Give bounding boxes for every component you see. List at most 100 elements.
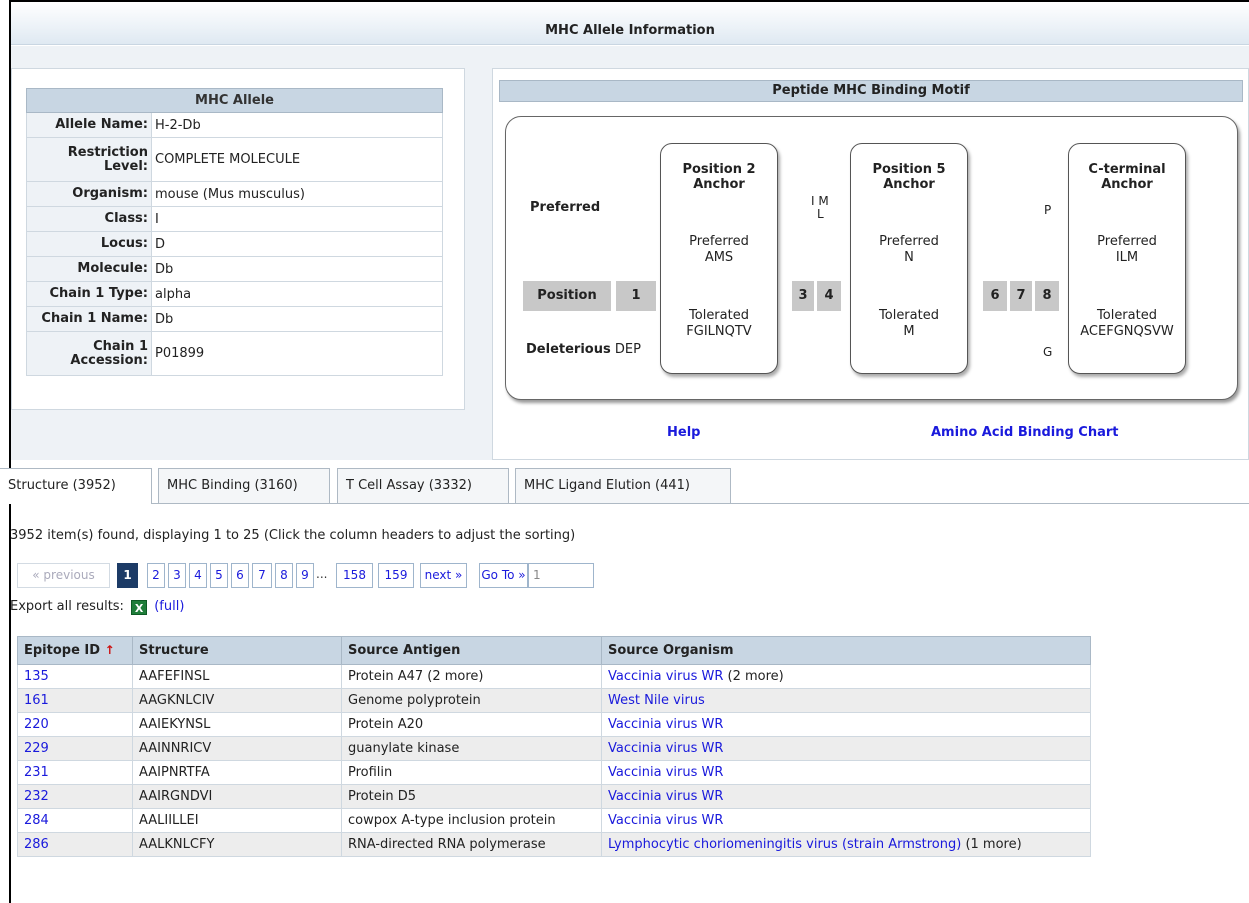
motif-title: Peptide MHC Binding Motif xyxy=(499,80,1243,102)
allele-row-locus: Locus: D xyxy=(26,231,443,257)
motif-preferred-label: Preferred xyxy=(530,200,601,215)
antigen-cell: RNA-directed RNA polymerase xyxy=(341,832,602,857)
motif-deleterious: Deleterious DEP xyxy=(526,342,641,357)
antigen-cell: Genome polyprotein xyxy=(341,688,602,713)
tab-t-cell-assay[interactable]: T Cell Assay (3332) xyxy=(337,468,509,504)
motif-position-1: 1 xyxy=(616,281,656,311)
epitope-id-link[interactable]: 229 xyxy=(24,741,49,756)
table-row: 231 AAIPNRTFA Profilin Vaccinia virus WR xyxy=(17,760,1091,785)
organism-link[interactable]: Lymphocytic choriomeningitis virus (stra… xyxy=(608,837,961,852)
pager-page-9[interactable]: 9 xyxy=(296,563,314,588)
allele-row-organism: Organism: mouse (Mus musculus) xyxy=(26,181,443,207)
anchor-position-5: Position 5 Anchor Preferred N Tolerated M xyxy=(850,143,968,374)
structure-cell: AAGKNLCIV xyxy=(132,688,342,713)
organism-link[interactable]: Vaccinia virus WR xyxy=(608,741,723,756)
motif-position-3: 3 xyxy=(792,281,814,311)
structure-cell: AAIEKYNSL xyxy=(132,712,342,737)
pager-page-4[interactable]: 4 xyxy=(189,563,207,588)
anchor-c-terminal: C-terminal Anchor Preferred ILM Tolerated A… xyxy=(1068,143,1186,374)
tab-structure[interactable]: Structure (3952) xyxy=(0,468,152,504)
table-row: 135 AAFEFINSL Protein A47 (2 more) Vacci… xyxy=(17,664,1091,689)
antigen-cell: Profilin xyxy=(341,760,602,785)
organism-link[interactable]: Vaccinia virus WR xyxy=(608,813,723,828)
antigen-cell: Protein D5 xyxy=(341,784,602,809)
table-row: 284 AALIILLEI cowpox A-type inclusion pr… xyxy=(17,808,1091,833)
epitope-id-link[interactable]: 135 xyxy=(24,669,49,684)
organism-link[interactable]: Vaccinia virus WR xyxy=(608,789,723,804)
tab-mhc-binding[interactable]: MHC Binding (3160) xyxy=(158,468,330,504)
organism-extra: (1 more) xyxy=(965,837,1022,852)
export-row: Export all results: X (full) xyxy=(10,599,184,615)
organism-link[interactable]: Vaccinia virus WR xyxy=(608,717,723,732)
antigen-cell: Protein A47 (2 more) xyxy=(341,664,602,689)
motif-position-6: 6 xyxy=(983,281,1007,311)
tab-mhc-ligand-elution[interactable]: MHC Ligand Elution (441) xyxy=(515,468,731,504)
pager-page-2[interactable]: 2 xyxy=(147,563,165,588)
allele-row-molecule: Molecule: Db xyxy=(26,256,443,282)
pager-previous[interactable]: « previous xyxy=(17,563,110,588)
structure-cell: AALKNLCFY xyxy=(132,832,342,857)
pager-page-7[interactable]: 7 xyxy=(252,563,272,588)
antigen-cell: cowpox A-type inclusion protein xyxy=(341,808,602,833)
pager-page-1[interactable]: 1 xyxy=(117,563,138,588)
structure-cell: AALIILLEI xyxy=(132,808,342,833)
table-row: 220 AAIEKYNSL Protein A20 Vaccinia virus… xyxy=(17,712,1091,737)
motif-p3-preferred-1: I M xyxy=(811,194,829,208)
page-header: MHC Allele Information xyxy=(11,2,1249,45)
epitope-id-link[interactable]: 231 xyxy=(24,765,49,780)
motif-p8-preferred: P xyxy=(1044,203,1052,217)
epitope-id-link[interactable]: 161 xyxy=(24,693,49,708)
allele-table: MHC Allele Allele Name: H-2-Db Restrictio… xyxy=(26,88,443,376)
pager-page-158[interactable]: 158 xyxy=(336,563,373,588)
pager-page-8[interactable]: 8 xyxy=(275,563,293,588)
motif-p3-preferred-2: L xyxy=(817,207,824,221)
anchor-position-2: Position 2 Anchor Preferred AMS Tolerated F… xyxy=(660,143,778,374)
column-header-structure[interactable]: Structure xyxy=(132,636,342,665)
excel-icon[interactable]: X xyxy=(131,600,148,615)
pager-page-6[interactable]: 6 xyxy=(231,563,249,588)
export-label: Export all results: xyxy=(10,599,124,614)
epitope-id-link[interactable]: 284 xyxy=(24,813,49,828)
column-header-source-organism[interactable]: Source Organism xyxy=(601,636,1091,665)
tab-divider xyxy=(151,503,1249,504)
table-row: 232 AAIRGNDVI Protein D5 Vaccinia virus … xyxy=(17,784,1091,809)
table-row: 229 AAINNRICV guanylate kinase Vaccinia … xyxy=(17,736,1091,761)
page-title: MHC Allele Information xyxy=(545,23,715,38)
pager-page-159[interactable]: 159 xyxy=(378,563,414,588)
antigen-cell: Protein A20 xyxy=(341,712,602,737)
allele-row-accession: Chain 1 Accession: P01899 xyxy=(26,331,443,376)
structure-cell: AAINNRICV xyxy=(132,736,342,761)
structure-cell: AAFEFINSL xyxy=(132,664,342,689)
allele-table-caption: MHC Allele xyxy=(26,88,443,113)
results-count-text: 3952 item(s) found, displaying 1 to 25 (… xyxy=(10,528,576,543)
pager-page-3[interactable]: 3 xyxy=(168,563,186,588)
allele-row-chain-type: Chain 1 Type: alpha xyxy=(26,281,443,307)
epitope-id-link[interactable]: 232 xyxy=(24,789,49,804)
pager-page-5[interactable]: 5 xyxy=(210,563,228,588)
motif-position-4: 4 xyxy=(817,281,841,311)
help-link[interactable]: Help xyxy=(667,425,700,440)
results-table: Epitope ID ↑ Structure Source Antigen So… xyxy=(17,636,1091,857)
organism-link[interactable]: Vaccinia virus WR xyxy=(608,765,723,780)
motif-position-7: 7 xyxy=(1010,281,1032,311)
motif-position-label: Position xyxy=(523,281,611,311)
pager-next[interactable]: next » xyxy=(420,563,467,588)
column-header-epitope-id[interactable]: Epitope ID ↑ xyxy=(17,636,133,665)
organism-link[interactable]: West Nile virus xyxy=(608,693,705,708)
export-full-link[interactable]: (full) xyxy=(154,599,184,614)
epitope-id-link[interactable]: 220 xyxy=(24,717,49,732)
goto-button[interactable]: Go To » xyxy=(479,563,528,588)
motif-p8-deleterious: G xyxy=(1043,345,1053,359)
allele-row-chain-name: Chain 1 Name: Db xyxy=(26,306,443,332)
sort-ascending-icon: ↑ xyxy=(104,643,115,657)
structure-cell: AAIPNRTFA xyxy=(132,760,342,785)
organism-link[interactable]: Vaccinia virus WR xyxy=(608,669,723,684)
allele-row-class: Class: I xyxy=(26,206,443,232)
antigen-cell: guanylate kinase xyxy=(341,736,602,761)
goto-page-input[interactable]: 1 xyxy=(528,563,594,588)
column-header-source-antigen[interactable]: Source Antigen xyxy=(341,636,602,665)
amino-acid-binding-chart-link[interactable]: Amino Acid Binding Chart xyxy=(931,425,1119,440)
motif-position-8: 8 xyxy=(1035,281,1059,311)
epitope-id-link[interactable]: 286 xyxy=(24,837,49,852)
table-row: 161 AAGKNLCIV Genome polyprotein West Ni… xyxy=(17,688,1091,713)
